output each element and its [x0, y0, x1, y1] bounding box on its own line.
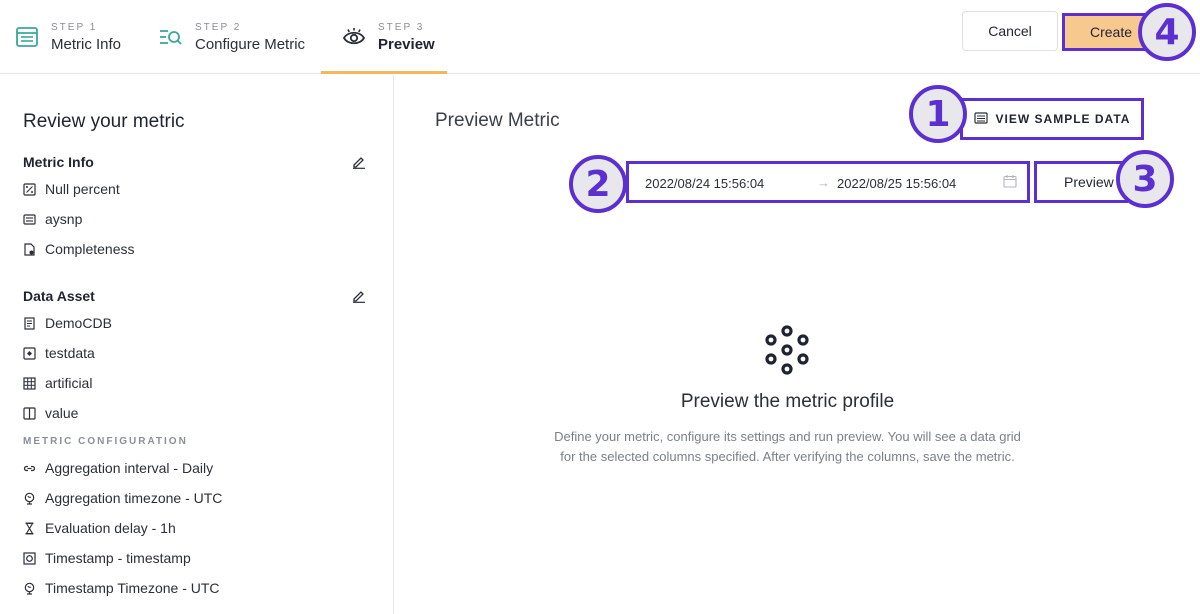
step-metric-info[interactable]: STEP 1 Metric Info	[15, 0, 121, 74]
config-item: Timestamp Timezone - UTC	[23, 580, 220, 596]
edit-metric-info-icon[interactable]	[352, 155, 366, 169]
globe-icon	[23, 582, 36, 595]
schema-icon	[23, 346, 36, 360]
metric-configuration-heading: METRIC CONFIGURATION	[23, 436, 188, 447]
edit-data-asset-icon[interactable]	[352, 289, 366, 303]
empty-state-title: Preview the metric profile	[680, 391, 895, 412]
step-label: Metric Info	[51, 35, 122, 53]
data-asset-heading: Data Asset	[23, 288, 95, 304]
step-label: Preview	[378, 35, 435, 53]
step-label: Configure Metric	[195, 35, 306, 53]
step-number: STEP 1	[51, 21, 98, 33]
globe-icon	[23, 492, 36, 505]
step-preview[interactable]: STEP 3 Preview	[342, 0, 435, 74]
list-icon	[15, 25, 39, 49]
link-icon	[23, 462, 36, 475]
file-check-icon	[23, 242, 36, 256]
range-end-input[interactable]: 2022/08/25 15:56:04	[837, 176, 956, 191]
column-icon	[23, 406, 36, 420]
asset-item-label: artificial	[45, 375, 93, 391]
hourglass-icon	[23, 522, 36, 535]
metric-item: Completeness	[23, 241, 135, 257]
metric-item: Null percent	[23, 181, 120, 197]
metric-item-label: Null percent	[45, 181, 120, 197]
config-item: Aggregation interval - Daily	[23, 460, 213, 476]
filter-search-icon	[159, 25, 183, 49]
annotation-badge-2: 2	[569, 155, 627, 213]
config-item: Aggregation timezone - UTC	[23, 490, 222, 506]
calendar-icon[interactable]	[1003, 174, 1019, 190]
date-range-picker[interactable]: 2022/08/24 15:56:04 → 2022/08/25 15:56:0…	[626, 161, 1030, 203]
config-item-label: Evaluation delay - 1h	[45, 520, 176, 536]
metric-info-heading: Metric Info	[23, 154, 94, 170]
preview-metric-title: Preview Metric	[435, 110, 560, 131]
metric-item-label: Completeness	[45, 241, 135, 257]
metric-item-label: aysnp	[45, 211, 83, 227]
range-arrow-icon: →	[817, 175, 830, 190]
step-number: STEP 3	[378, 21, 425, 33]
config-item-label: Timestamp - timestamp	[45, 550, 191, 566]
range-start-input[interactable]: 2022/08/24 15:56:04	[645, 176, 764, 191]
table-icon	[973, 111, 988, 127]
step-configure-metric[interactable]: STEP 2 Configure Metric	[159, 0, 305, 74]
step-number: STEP 2	[195, 21, 242, 33]
asset-item-label: DemoCDB	[45, 315, 112, 331]
asset-item: DemoCDB	[23, 315, 112, 331]
config-item-label: Aggregation timezone - UTC	[45, 490, 223, 506]
config-item-label: Aggregation interval - Daily	[45, 460, 214, 476]
review-title: Review your metric	[23, 111, 185, 132]
asset-item: testdata	[23, 345, 95, 361]
asset-item-label: testdata	[45, 345, 95, 361]
config-item: Timestamp - timestamp	[23, 550, 191, 566]
percent-icon	[23, 182, 36, 196]
cancel-button[interactable]: Cancel	[962, 11, 1058, 51]
eye-icon	[342, 25, 366, 49]
empty-state-description: Define your metric, configure its settin…	[554, 429, 1021, 464]
timestamp-icon	[23, 551, 36, 565]
table-grid-icon	[23, 376, 36, 390]
review-panel: Review your metric Metric Info Null perc…	[0, 75, 394, 614]
database-icon	[23, 316, 36, 330]
asset-item: value	[23, 405, 78, 421]
preview-button[interactable]: Preview	[1034, 161, 1128, 203]
wizard-header: STEP 1 Metric Info STEP 2 Configure Metr…	[0, 0, 1200, 74]
table-list-icon	[23, 213, 36, 226]
annotation-badge-1: 1	[909, 85, 967, 143]
annotation-badge-3: 3	[1116, 150, 1174, 208]
active-step-underline	[321, 71, 447, 74]
view-sample-data-button[interactable]: VIEW SAMPLE DATA	[960, 98, 1144, 140]
asset-item: artificial	[23, 375, 92, 391]
config-item: Evaluation delay - 1h	[23, 520, 176, 536]
annotation-badge-4: 4	[1138, 3, 1196, 61]
config-item-label: Timestamp Timezone - UTC	[45, 580, 220, 596]
dots-cluster-icon	[763, 325, 811, 377]
asset-item-label: value	[45, 405, 79, 421]
metric-item: aysnp	[23, 211, 82, 227]
view-sample-data-label: VIEW SAMPLE DATA	[995, 112, 1131, 126]
